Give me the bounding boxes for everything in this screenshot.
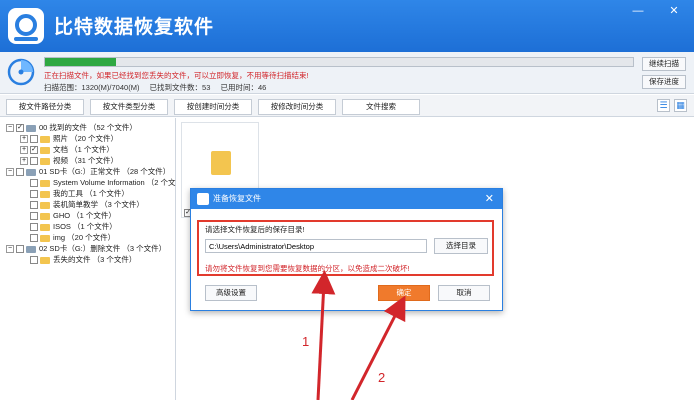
arrow-2 — [350, 295, 406, 400]
arrow-1 — [311, 270, 336, 400]
arrow-1-label: 1 — [302, 334, 310, 349]
annotation-arrows — [311, 270, 406, 400]
arrow-2-label: 2 — [378, 370, 386, 385]
